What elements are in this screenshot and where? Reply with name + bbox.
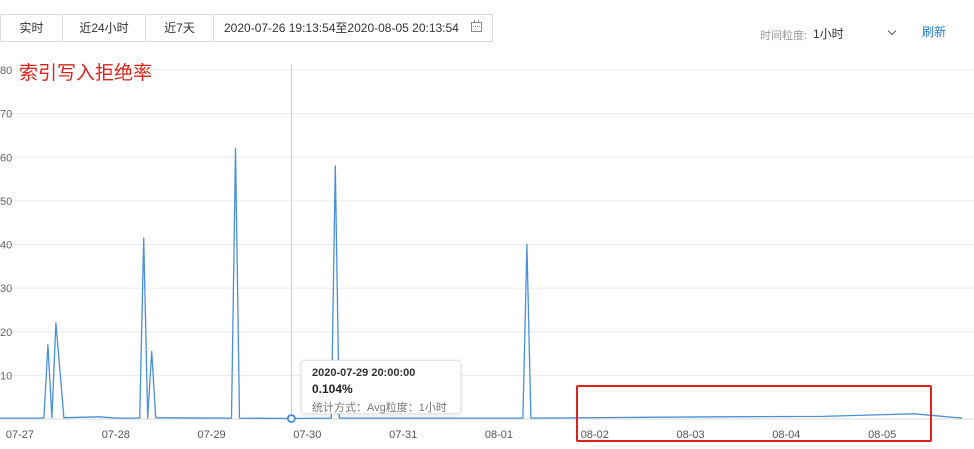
chart-title: 索引写入拒绝率 xyxy=(19,63,153,84)
highlight-annotation-box xyxy=(576,385,932,442)
x-tick-label: 07-27 xyxy=(6,429,34,441)
tooltip-value: 0.104% xyxy=(312,382,353,396)
highlighted-point-marker xyxy=(286,414,296,423)
y-tick-label: 70 xyxy=(0,109,12,121)
y-tick-label: 10 xyxy=(0,370,12,382)
x-tick-label: 07-28 xyxy=(102,429,130,441)
y-tick-label: 20 xyxy=(0,327,12,339)
y-tick-label: 40 xyxy=(0,240,12,252)
x-tick-label: 07-30 xyxy=(293,429,321,441)
chart-tooltip: 2020-07-29 20:00:00 0.104% 统计方式：Avg粒度：1小… xyxy=(301,360,461,414)
tooltip-time: 2020-07-29 20:00:00 xyxy=(312,367,416,379)
y-tick-label: 80 xyxy=(0,65,12,77)
tooltip-meta: 统计方式：Avg粒度：1小时 xyxy=(312,402,447,414)
y-tick-label: 50 xyxy=(0,196,12,208)
x-tick-label: 07-31 xyxy=(389,429,417,441)
series-line xyxy=(0,147,963,420)
y-tick-label: 60 xyxy=(0,152,12,164)
x-tick-label: 07-29 xyxy=(197,429,225,441)
y-tick-label: 30 xyxy=(0,283,12,295)
x-tick-label: 08-01 xyxy=(485,429,513,441)
